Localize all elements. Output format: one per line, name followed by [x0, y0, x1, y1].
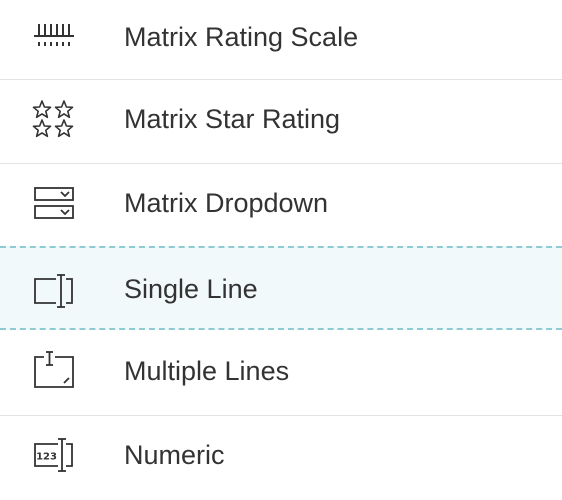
question-type-matrix-rating-scale[interactable]: Matrix Rating Scale	[0, 0, 562, 80]
question-type-list: Matrix Rating Scale Matrix Star Rating M…	[0, 0, 562, 494]
numeric-icon-text: 123	[36, 452, 57, 463]
star-rating-icon	[30, 99, 78, 139]
question-type-multiple-lines[interactable]: Multiple Lines	[0, 332, 562, 416]
question-type-label: Single Line	[124, 274, 258, 304]
rating-scale-icon	[30, 16, 78, 56]
numeric-icon: 123	[30, 435, 78, 475]
single-line-icon	[30, 271, 78, 311]
question-type-matrix-dropdown[interactable]: Matrix Dropdown	[0, 164, 562, 248]
question-type-label: Matrix Rating Scale	[124, 22, 359, 52]
question-type-numeric[interactable]: 123 Numeric	[0, 416, 562, 494]
question-type-matrix-star-rating[interactable]: Matrix Star Rating	[0, 80, 562, 164]
question-type-label: Multiple Lines	[124, 356, 290, 386]
multiple-lines-icon	[30, 351, 78, 391]
question-type-label: Numeric	[124, 440, 225, 470]
question-type-label: Matrix Star Rating	[124, 104, 341, 134]
dropdown-icon	[30, 183, 78, 223]
question-type-label: Matrix Dropdown	[124, 188, 329, 218]
question-type-single-line[interactable]: Single Line	[0, 246, 562, 330]
